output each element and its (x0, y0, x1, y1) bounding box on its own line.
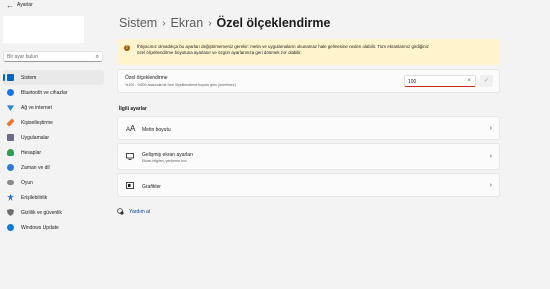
get-help-link[interactable]: Yardım al (117, 208, 150, 215)
warning-banner: ! İhtiyacınız olmadıkça bu ayarları deği… (117, 39, 500, 65)
sidebar-item-privacy[interactable]: Gizlilik ve güvenlik (3, 205, 104, 220)
chevron-right-icon: › (489, 125, 492, 132)
custom-scaling-subtitle: %100 - %500 arasında bir özel ölçeklendi… (125, 82, 236, 87)
warning-text: İhtiyacınız olmadıkça bu ayarları değişt… (137, 44, 495, 56)
title-bar: ← Ayarlar (0, 0, 550, 12)
sidebar-item-sistem[interactable]: Sistem (3, 70, 104, 85)
sidebar-item-accessibility[interactable]: Erişilebilirlik (3, 190, 104, 205)
chevron-right-icon: › (489, 182, 492, 189)
page-title: Özel ölçeklendirme (216, 16, 331, 30)
sidebar-item-label: Hesaplar (21, 149, 42, 156)
sidebar-item-label: Zaman ve dil (21, 164, 50, 171)
breadcrumb: Sistem › Ekran › Özel ölçeklendirme (119, 16, 330, 30)
help-icon (117, 208, 124, 215)
apply-checkmark-button[interactable]: ✓ (480, 75, 493, 87)
sidebar-item-bluetooth[interactable]: Bluetooth ve cihazlar (3, 85, 104, 100)
bluetooth-icon (7, 89, 14, 96)
sidebar-item-label: Windows Update (21, 224, 59, 231)
sidebar-item-gaming[interactable]: Oyun (3, 175, 104, 190)
system-icon (7, 74, 14, 81)
chevron-right-icon: › (162, 17, 166, 29)
get-help-label[interactable]: Yardım al (129, 209, 150, 215)
warning-line-2: özel ölçeklendirme boyutuna ayarlanır ve… (137, 50, 302, 55)
sidebar-item-label: Kişiselleştirme (21, 119, 53, 126)
accounts-icon (7, 149, 14, 156)
clear-icon[interactable]: × (467, 77, 471, 86)
sidebar-nav: Sistem Bluetooth ve cihazlar Ağ ve inter… (3, 70, 104, 235)
apps-icon (7, 134, 14, 141)
accessibility-icon (7, 194, 14, 201)
app-title: Ayarlar (17, 2, 33, 8)
related-item-subtitle: Ekran bilgileri, yenileme hızı (142, 159, 187, 163)
gaming-icon (7, 180, 14, 185)
related-item-text-size[interactable]: AA Metin boyutu › (117, 116, 500, 140)
sidebar-item-personalization[interactable]: Kişiselleştirme (3, 115, 104, 130)
personalization-icon (6, 118, 15, 127)
sidebar-item-label: Gizlilik ve güvenlik (21, 209, 62, 216)
graphics-icon (126, 182, 134, 192)
scale-input-box[interactable]: × (404, 75, 476, 87)
sidebar-item-network[interactable]: Ağ ve internet (3, 100, 104, 115)
sidebar-item-windows-update[interactable]: Windows Update (3, 220, 104, 235)
network-icon (7, 105, 14, 111)
back-arrow-icon[interactable]: ← (6, 1, 16, 11)
sidebar-item-accounts[interactable]: Hesaplar (3, 145, 104, 160)
search-box[interactable]: ⌕ (3, 51, 103, 62)
breadcrumb-sistem[interactable]: Sistem (119, 16, 157, 30)
related-settings-heading: İlgili ayarlar (119, 106, 147, 112)
scale-value-input[interactable] (408, 78, 458, 85)
privacy-shield-icon (7, 209, 14, 216)
related-item-title: Grafikler (142, 183, 161, 190)
breadcrumb-ekran[interactable]: Ekran (171, 16, 204, 30)
related-item-title: Metin boyutu (142, 126, 171, 133)
sidebar-item-label: Erişilebilirlik (21, 194, 48, 201)
related-item-advanced-display[interactable]: Gelişmiş ekran ayarları Ekran bilgileri,… (117, 143, 500, 170)
chevron-right-icon: › (208, 17, 212, 29)
custom-scaling-title: Özel ölçeklendirme (125, 75, 168, 81)
sidebar-item-label: Bluetooth ve cihazlar (21, 89, 68, 96)
sidebar-item-label: Oyun (21, 179, 33, 186)
search-input[interactable] (7, 53, 87, 61)
search-icon[interactable]: ⌕ (96, 53, 99, 61)
custom-scaling-card: Özel ölçeklendirme %100 - %500 arasında … (117, 69, 500, 93)
sidebar-item-apps[interactable]: Uygulamalar (3, 130, 104, 145)
related-item-title: Gelişmiş ekran ayarları (142, 152, 194, 158)
user-profile-card[interactable] (3, 16, 84, 43)
related-item-graphics[interactable]: Grafikler › (117, 173, 500, 197)
warning-icon: ! (124, 45, 130, 51)
chevron-right-icon: › (489, 153, 492, 160)
sidebar-item-label: Sistem (21, 74, 37, 81)
monitor-icon (126, 153, 134, 163)
sidebar-item-label: Uygulamalar (21, 134, 50, 141)
sidebar-item-time-language[interactable]: Zaman ve dil (3, 160, 104, 175)
windows-update-icon (7, 224, 14, 231)
time-language-icon (7, 164, 14, 171)
text-size-icon: AA (126, 124, 136, 134)
sidebar-item-label: Ağ ve internet (21, 104, 52, 111)
